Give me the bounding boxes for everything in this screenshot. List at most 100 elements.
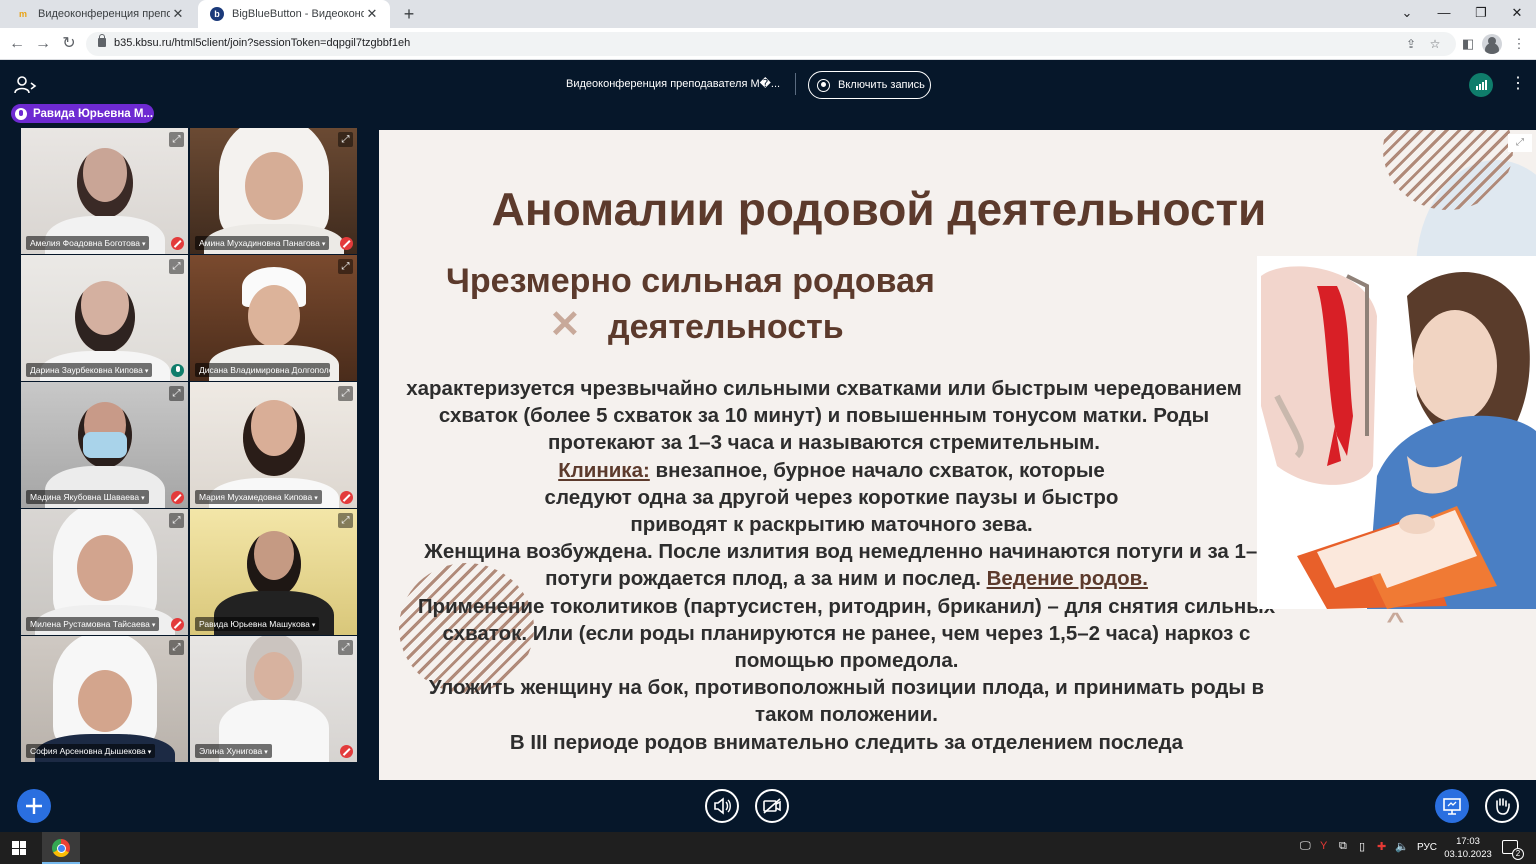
decorative-chevron-icon: ^: [1386, 608, 1405, 633]
fullscreen-icon[interactable]: ⤢: [169, 132, 184, 147]
close-tab-icon[interactable]: ✕: [170, 6, 186, 22]
yandex-icon[interactable]: Y: [1320, 840, 1327, 852]
tab-search-button[interactable]: ⌄: [1388, 0, 1426, 28]
presentation-fullscreen-icon[interactable]: ⤢: [1508, 134, 1532, 152]
participant-name[interactable]: София Арсеновна Дышекова ▾: [26, 744, 156, 758]
fullscreen-icon[interactable]: ⤢: [338, 386, 353, 401]
windows-start-icon[interactable]: [12, 841, 26, 855]
actions-plus-button[interactable]: [17, 789, 51, 823]
connection-status-icon[interactable]: [1469, 73, 1493, 97]
webcam-tile[interactable]: Амелия Фоадовна Боготова ▾ ⤢: [21, 128, 188, 254]
volume-icon[interactable]: 🔈: [1395, 840, 1409, 853]
new-tab-button[interactable]: +: [398, 3, 420, 25]
header-divider: [795, 73, 796, 95]
meeting-title: Видеоконференция преподавателя М�...: [566, 78, 781, 90]
management-label: Ведение родов.: [986, 567, 1148, 591]
webcam-grid: Амелия Фоадовна Боготова ▾ ⤢ Амина Мухади…: [21, 128, 359, 764]
battery-icon[interactable]: ▯: [1359, 840, 1365, 853]
start-recording-button[interactable]: Включить запись: [808, 71, 931, 99]
talking-microphone-icon: [171, 364, 184, 377]
participant-name[interactable]: Амина Мухадиновна Панагова ▾: [195, 236, 330, 250]
clock-time: 17:03: [1456, 836, 1480, 847]
webcam-tile[interactable]: Амина Мухадиновна Панагова ▾ ⤢: [190, 128, 357, 254]
slide-paragraph: Уложить женщину на бок, противоположный …: [428, 676, 1265, 727]
presentation-slide[interactable]: ⤢ Аномалии родовой деятельности Чрезмерн…: [379, 130, 1536, 780]
share-webcam-button[interactable]: [755, 789, 789, 823]
participant-name[interactable]: Милена Рустамовна Тайсаева ▾: [26, 617, 160, 631]
fullscreen-icon[interactable]: ⤢: [169, 513, 184, 528]
language-indicator[interactable]: РУС: [1417, 842, 1437, 853]
bigbluebutton-icon: b: [210, 7, 224, 21]
slide-paragraph-management: Женщина возбуждена. После излития вод не…: [424, 540, 1269, 591]
talking-indicator[interactable]: Равида Юрьевна М...: [11, 104, 154, 123]
fullscreen-icon[interactable]: ⤢: [338, 640, 353, 655]
close-tab-icon[interactable]: ✕: [364, 6, 380, 22]
minimize-button[interactable]: —: [1425, 0, 1463, 28]
participant-name[interactable]: Мария Мухамедовна Кипова ▾: [195, 490, 322, 504]
tab-title: Видеоконференция преподава: [38, 8, 170, 20]
lock-icon: [98, 34, 106, 47]
fullscreen-icon[interactable]: ⤢: [169, 259, 184, 274]
fullscreen-icon[interactable]: ⤢: [169, 386, 184, 401]
options-menu-icon[interactable]: ⋮: [1508, 73, 1528, 97]
muted-microphone-icon: [171, 237, 184, 250]
slide-paragraph: характеризуется чрезвычайно сильными схв…: [406, 377, 1242, 455]
share-icon[interactable]: ⇪: [1402, 36, 1420, 52]
browser-toolbar: ← → ↻ b35.kbsu.ru/html5client/join?sessi…: [0, 28, 1536, 60]
user-list-toggle-icon[interactable]: [14, 75, 38, 95]
participant-name[interactable]: Дарина Заурбековна Кипова ▾: [26, 363, 153, 377]
slide-paragraph: Применение токолитиков (партусистен, рит…: [417, 594, 1276, 673]
bigbluebutton-app: Видеоконференция преподавателя М�... Вкл…: [0, 61, 1536, 832]
system-clock[interactable]: 17:03 03.10.2023: [1443, 835, 1493, 861]
slide-body: характеризуется чрезвычайно сильными схв…: [379, 375, 1284, 756]
antivirus-icon[interactable]: ✚: [1377, 840, 1386, 853]
reload-button[interactable]: ↻: [58, 33, 80, 55]
fullscreen-icon[interactable]: ⤢: [338, 513, 353, 528]
audio-settings-button[interactable]: [705, 789, 739, 823]
windows-taskbar: 🖵 Y ⧉ ▯ ✚ 🔈 РУС 17:03 03.10.2023 2: [0, 832, 1536, 864]
microphone-icon: [15, 107, 27, 120]
participant-name[interactable]: Элина Хунигова ▾: [195, 744, 272, 758]
address-bar[interactable]: b35.kbsu.ru/html5client/join?sessionToke…: [86, 32, 1456, 56]
fullscreen-icon[interactable]: ⤢: [338, 132, 353, 147]
raise-hand-button[interactable]: [1485, 789, 1519, 823]
participant-name[interactable]: Дисана Владимировна Долгополова▾: [195, 363, 330, 377]
tab-moodle[interactable]: m Видеоконференция преподава ✕: [4, 0, 196, 28]
webcam-tile-presenter[interactable]: Равида Юрьевна Машукова ▾ ⤢: [190, 509, 357, 635]
fullscreen-icon[interactable]: ⤢: [338, 259, 353, 274]
muted-microphone-icon: [171, 491, 184, 504]
muted-microphone-icon: [340, 237, 353, 250]
side-panel-icon[interactable]: ◧: [1458, 34, 1478, 54]
tab-bigbluebutton[interactable]: b BigBlueButton - Видеоконфере ✕: [198, 0, 390, 28]
moodle-icon: m: [18, 9, 27, 19]
notification-count: 2: [1512, 848, 1524, 860]
forward-button[interactable]: →: [32, 33, 54, 55]
bookmark-star-icon[interactable]: ☆: [1426, 36, 1444, 52]
maximize-button[interactable]: ❐: [1462, 0, 1500, 28]
profile-avatar[interactable]: [1482, 34, 1502, 54]
slide-paragraph-clinic: Клиника: внезапное, бурное начало схвато…: [544, 458, 1119, 537]
tray-app-icon[interactable]: ⧉: [1339, 840, 1347, 853]
participant-name[interactable]: Амелия Фоадовна Боготова ▾: [26, 236, 150, 250]
labor-illustration: [1257, 256, 1536, 609]
webcam-tile[interactable]: Элина Хунигова ▾ ⤢: [190, 636, 357, 762]
webcam-tile[interactable]: Мадина Якубовна Шаваева ▾ ⤢: [21, 382, 188, 508]
slide-paragraph: В III периоде родов внимательно следить …: [509, 730, 1184, 754]
chrome-taskbar-icon[interactable]: [42, 832, 80, 864]
muted-microphone-icon: [171, 618, 184, 631]
chrome-menu-icon[interactable]: ⋮: [1509, 34, 1529, 54]
fullscreen-icon[interactable]: ⤢: [169, 640, 184, 655]
url-text: b35.kbsu.ru/html5client/join?sessionToke…: [114, 37, 411, 49]
webcam-tile[interactable]: Дисана Владимировна Долгополова▾ ⤢: [190, 255, 357, 381]
webcam-tile[interactable]: Милена Рустамовна Тайсаева ▾ ⤢: [21, 509, 188, 635]
participant-name[interactable]: Мадина Якубовна Шаваева ▾: [26, 490, 149, 504]
webcam-tile[interactable]: Мария Мухамедовна Кипова ▾ ⤢: [190, 382, 357, 508]
presentation-toggle-button[interactable]: [1435, 789, 1469, 823]
participant-name[interactable]: Равида Юрьевна Машукова ▾: [195, 617, 320, 631]
back-button[interactable]: ←: [6, 33, 28, 55]
webcam-tile[interactable]: Дарина Заурбековна Кипова ▾ ⤢: [21, 255, 188, 381]
slide-title: Аномалии родовой деятельности: [491, 183, 1267, 235]
webcam-tile[interactable]: София Арсеновна Дышекова ▾ ⤢: [21, 636, 188, 762]
close-window-button[interactable]: ✕: [1498, 0, 1536, 28]
network-icon[interactable]: 🖵: [1300, 840, 1311, 853]
